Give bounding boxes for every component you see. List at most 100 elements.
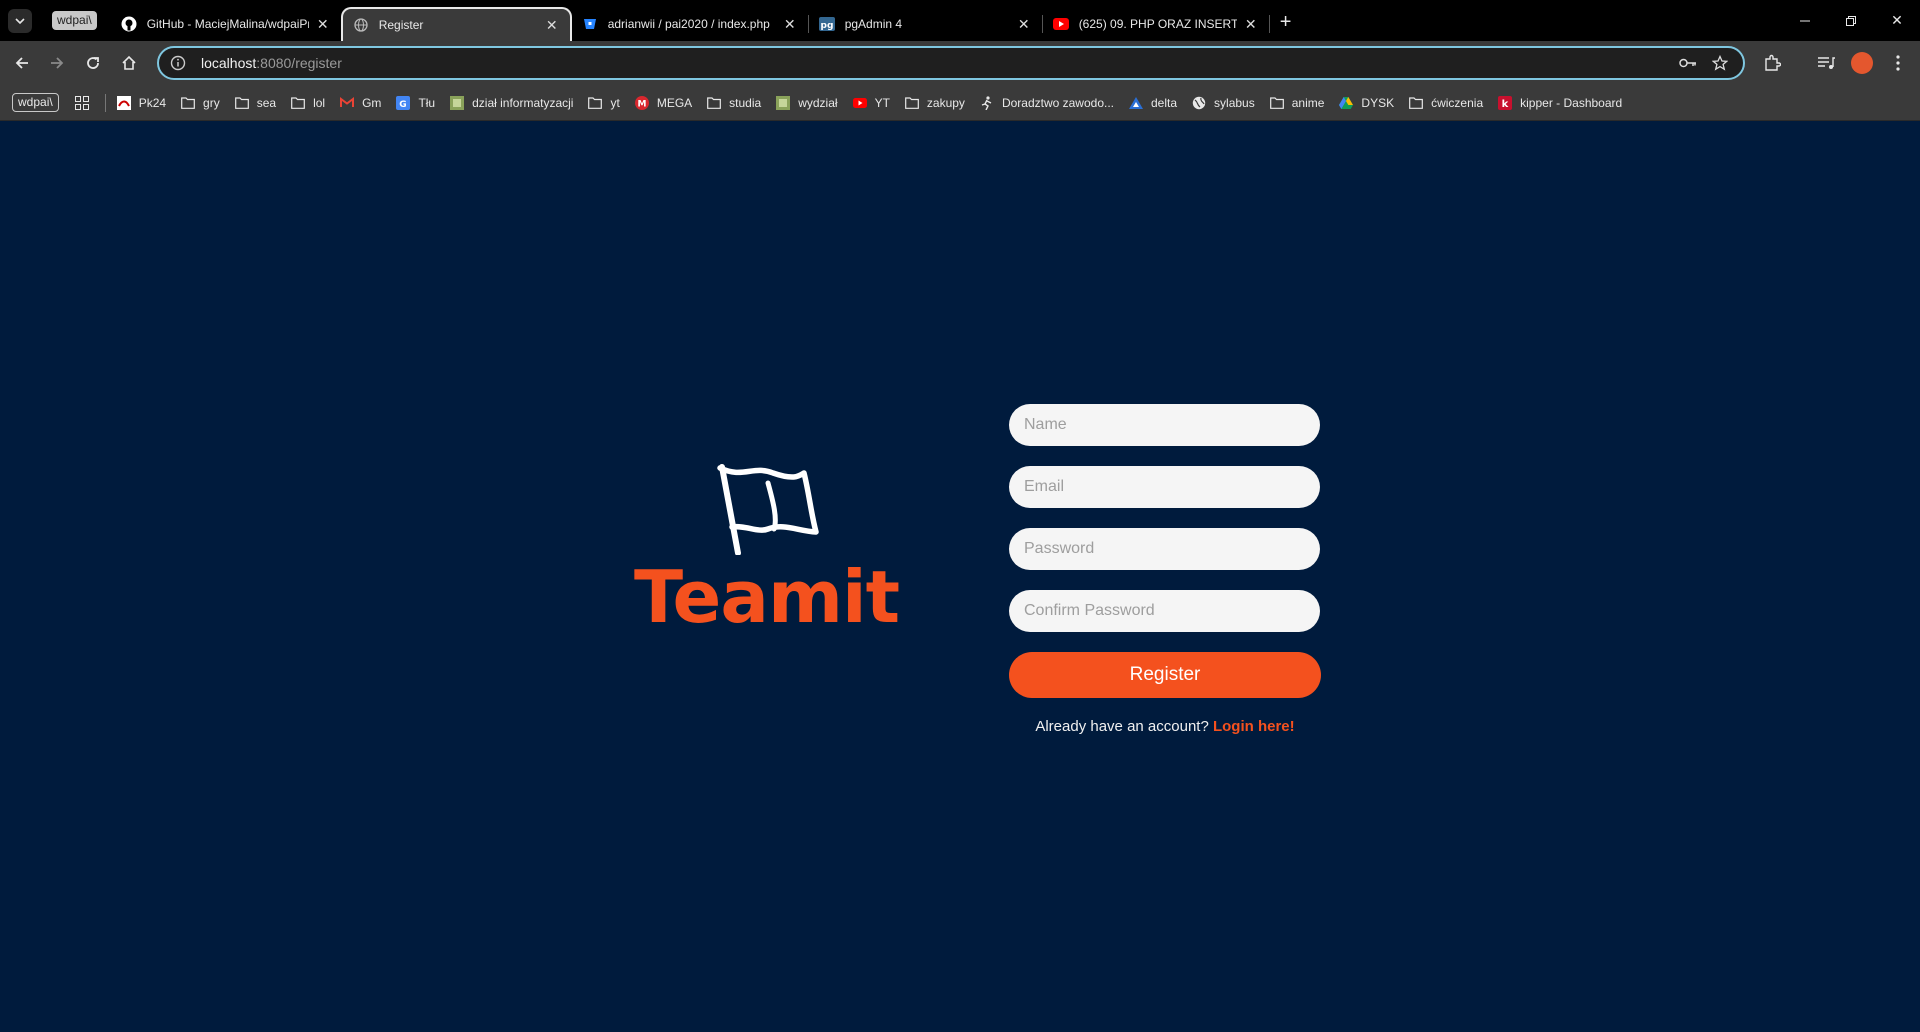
close-icon[interactable]: ✕ (782, 16, 798, 32)
drive-icon (1338, 95, 1354, 111)
github-icon (121, 16, 137, 32)
bookmark-item[interactable]: Doradztwo zawodo... (979, 95, 1114, 111)
bookmark-item[interactable]: M MEGA (634, 95, 692, 111)
brand-name: Teamit (634, 555, 900, 639)
login-link[interactable]: Login here! (1213, 718, 1295, 735)
close-icon[interactable]: ✕ (1016, 16, 1032, 32)
bookmark-item[interactable]: lol (290, 95, 325, 111)
home-icon[interactable] (115, 49, 143, 77)
bookmark-item[interactable]: yt (587, 95, 620, 111)
bookmark-item[interactable]: sylabus (1191, 95, 1255, 111)
bookmark-label: delta (1151, 95, 1178, 110)
folder-icon (904, 95, 920, 111)
extensions-icon[interactable] (1758, 49, 1786, 77)
bookmark-item[interactable]: delta (1128, 95, 1177, 111)
close-icon[interactable]: ✕ (315, 16, 331, 32)
tab-pgadmin[interactable]: pg pgAdmin 4 ✕ (809, 7, 1042, 41)
flag-icon (717, 464, 819, 555)
close-window-icon[interactable]: ✕ (1874, 0, 1920, 41)
bookmark-label: wydział (798, 95, 838, 110)
register-button[interactable]: Register (1009, 652, 1321, 698)
bookmark-label: studia (729, 95, 762, 110)
folder-icon (290, 95, 306, 111)
tab-github[interactable]: GitHub - MaciejMalina/wdpaiPr ✕ (111, 7, 341, 41)
avatar (1851, 52, 1873, 74)
tab-separator (1268, 15, 1270, 33)
site-icon (775, 95, 791, 111)
bookmark-label: Gm (362, 95, 382, 110)
svg-text:G: G (400, 100, 407, 110)
globe-icon (353, 17, 369, 33)
bookmark-item[interactable]: wydział (775, 95, 838, 111)
bookmark-item[interactable]: zakupy (904, 95, 965, 111)
folder-icon (1408, 95, 1424, 111)
login-prompt-line: Already have an account? Login here! (1009, 718, 1321, 735)
bookmark-label: dział informatyzacji (472, 95, 574, 110)
reload-icon[interactable] (79, 49, 107, 77)
bookmark-item[interactable]: Gm (339, 95, 381, 111)
media-controls-icon[interactable] (1812, 49, 1840, 77)
password-input[interactable] (1009, 528, 1320, 570)
register-page: Teamit Register Already have an account?… (0, 121, 1920, 1032)
bookmark-item[interactable]: k kipper - Dashboard (1497, 95, 1622, 111)
bookmark-item[interactable]: dział informatyzacji (449, 95, 573, 111)
svg-text:M: M (637, 99, 646, 109)
bookmark-item[interactable]: gry (180, 95, 220, 111)
name-input[interactable] (1009, 404, 1320, 446)
tab-title: pgAdmin 4 (844, 17, 903, 31)
restore-icon[interactable] (1828, 0, 1874, 41)
bookmark-label: yt (610, 95, 620, 110)
kipper-icon: k (1497, 95, 1513, 111)
bookmark-label: anime (1291, 95, 1325, 110)
bookmark-item[interactable]: studia (706, 95, 761, 111)
browser-toolbar: localhost:8080/register (0, 41, 1920, 85)
bitbucket-icon (582, 16, 598, 32)
forward-icon[interactable] (43, 49, 71, 77)
more-menu-icon[interactable] (1884, 49, 1912, 77)
email-input[interactable] (1009, 466, 1320, 508)
bookmark-group[interactable]: wdpai\ (12, 93, 59, 112)
pk-icon (116, 95, 132, 111)
url-host: localhost (201, 55, 257, 71)
bookmark-label: Tłu (418, 95, 436, 110)
bookmark-label: sylabus (1214, 95, 1255, 110)
bookmark-label: kipper - Dashboard (1520, 95, 1623, 110)
bookmark-star-icon[interactable] (1708, 51, 1732, 75)
profile-avatar[interactable] (1848, 49, 1876, 77)
close-icon[interactable]: ✕ (544, 17, 560, 33)
apps-grid-icon[interactable] (73, 94, 91, 112)
translate-icon: G (395, 95, 411, 111)
tab-title: GitHub - MaciejMalina/wdpaiPr (146, 17, 309, 31)
mega-icon: M (634, 95, 650, 111)
bookmark-item[interactable]: G Tłu (395, 95, 435, 111)
back-icon[interactable] (8, 49, 36, 77)
bookmark-label: Doradztwo zawodo... (1001, 95, 1114, 110)
bookmark-item[interactable]: Pk24 (116, 95, 166, 111)
url-text[interactable]: localhost:8080/register (201, 55, 342, 71)
tab-bitbucket[interactable]: adrianwii / pai2020 / index.php ✕ (572, 7, 808, 41)
tab-register[interactable]: Register ✕ (340, 7, 572, 41)
bookmarks-bar: wdpai\ Pk24 gry sea lol Gm G Tłu dział informat… (0, 85, 1920, 121)
tab-group-label[interactable]: wdpai\ (52, 11, 97, 30)
bookmark-item[interactable]: anime (1269, 95, 1325, 111)
new-tab-button[interactable]: + (1280, 11, 1292, 34)
bookmark-item[interactable]: ćwiczenia (1408, 95, 1483, 111)
folder-icon (180, 95, 196, 111)
confirm-password-input[interactable] (1009, 590, 1320, 632)
password-key-icon[interactable] (1676, 51, 1700, 75)
bookmark-item[interactable]: sea (234, 95, 276, 111)
tab-youtube[interactable]: (625) 09. PHP ORAZ INSERT STA ✕ (1043, 7, 1269, 41)
bookmark-item[interactable]: YT (852, 95, 890, 111)
address-bar[interactable]: localhost:8080/register (157, 46, 1745, 80)
bookmark-item[interactable]: DYSK (1338, 95, 1394, 111)
tab-search-button[interactable] (8, 8, 32, 33)
brand-logo: Teamit (634, 463, 900, 639)
login-prompt: Already have an account? (1035, 718, 1209, 735)
bookmark-separator (104, 93, 106, 112)
site-info-icon[interactable] (166, 51, 190, 75)
folder-icon (587, 95, 603, 111)
bookmark-label: sea (256, 95, 277, 110)
close-icon[interactable]: ✕ (1243, 16, 1259, 32)
delta-icon (1128, 95, 1144, 111)
minimize-icon[interactable] (1782, 0, 1828, 41)
